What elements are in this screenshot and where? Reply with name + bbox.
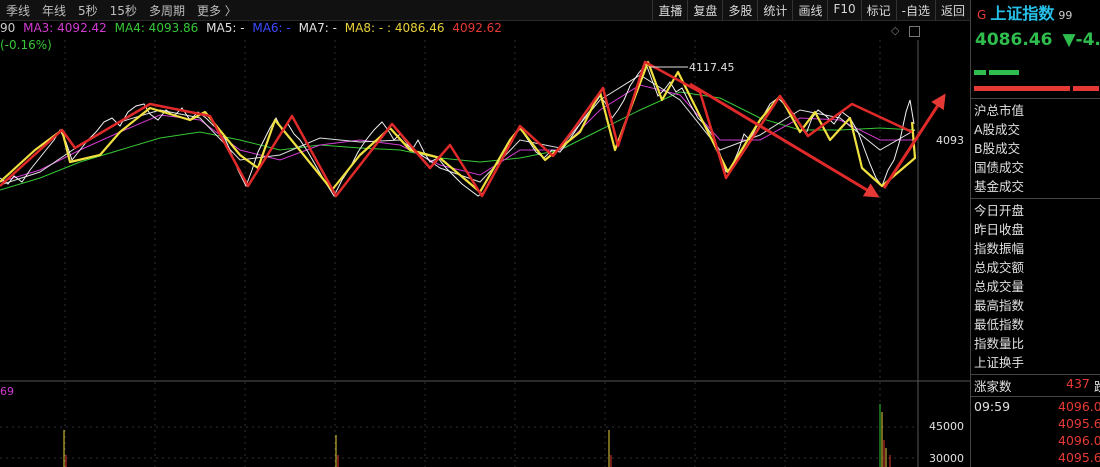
detail-volume: 总成交量 xyxy=(974,279,1025,294)
red-trend-annotation xyxy=(0,60,913,198)
price-line xyxy=(0,63,915,198)
market-stats-list: 沪总市值 A股成交 B股成交 国债成交 基金成交 xyxy=(974,101,1024,196)
index-name[interactable]: 上证指数 xyxy=(990,4,1054,23)
statistics-button[interactable]: 统计 xyxy=(757,0,792,21)
price-row: 4086.46 ▼-4.0 xyxy=(975,30,1100,50)
period-quarter[interactable]: 季线 xyxy=(6,2,30,19)
legend-prefix: 90 xyxy=(0,21,16,35)
volume-tick-30000: 30000 xyxy=(929,452,964,465)
ma-legend: 90 MA3: 4092.42 MA4: 4093.86 MA5: - MA6:… xyxy=(0,21,506,37)
vertical-grid xyxy=(64,40,881,467)
high-label: 4117.45 xyxy=(689,61,735,74)
tick-price: 4095.6 xyxy=(1058,416,1100,431)
stat-bonds[interactable]: 国债成交 xyxy=(974,158,1024,177)
diamond-icon[interactable]: ◇ xyxy=(891,24,899,37)
current-price: 4086.46 xyxy=(975,30,1053,50)
period-more[interactable]: 更多 〉 xyxy=(197,2,237,19)
f10-button[interactable]: F10 xyxy=(827,0,860,21)
period-5s[interactable]: 5秒 xyxy=(78,2,98,19)
stat-total-value[interactable]: 沪总市值 xyxy=(974,101,1024,120)
panel-separator xyxy=(971,374,1100,375)
tool-buttons: 直播 复盘 多股 统计 画线 F10 标记 -自选 返回 xyxy=(652,0,970,21)
tick-price: 4096.0 xyxy=(1058,399,1100,414)
advancers-count: 437 xyxy=(1066,376,1090,391)
legend-ma6: MA6: - xyxy=(252,21,291,35)
panel-header: G 上证指数 99 xyxy=(971,0,1100,24)
tick-price: 4095.6 xyxy=(1058,450,1100,465)
legend-ma7: MA7: - xyxy=(298,21,337,35)
chart-area: 4117.45 4093 69 45000 30000 xyxy=(0,40,970,467)
multi-stock-button[interactable]: 多股 xyxy=(722,0,757,21)
legend-ma3: MA3: 4092.42 xyxy=(23,21,107,35)
panel-separator xyxy=(971,98,1100,99)
detail-prev-close: 昨日收盘 xyxy=(974,222,1025,237)
replay-button[interactable]: 复盘 xyxy=(687,0,722,21)
detail-turnover-amount: 总成交额 xyxy=(974,260,1025,275)
panel-separator xyxy=(971,198,1100,199)
yellow-trend-annotation xyxy=(0,60,917,194)
period-15s[interactable]: 15秒 xyxy=(110,2,137,19)
detail-open: 今日开盘 xyxy=(974,203,1025,218)
quote-panel: G上证指数 99 4086.46 ▼-4.0 沪总市值 A股成交 B股成交 国债成交… xyxy=(970,0,1100,467)
top-toolbar: 季线 年线 5秒 15秒 多周期 更多 〉 直播 复盘 多股 统计 画线 F10… xyxy=(0,0,970,21)
detail-low: 最低指数 xyxy=(974,317,1025,332)
strength-bar-red-2 xyxy=(1073,86,1099,91)
price-axis-label: 4093 xyxy=(936,134,964,147)
price-change: ▼-4.0 xyxy=(1062,30,1100,50)
legend-ma8: MA8: - : 4086.46 xyxy=(344,21,445,35)
tick-time: 09:59 xyxy=(974,399,1011,414)
legend-last: 4092.62 xyxy=(452,21,502,35)
detail-turnover-rate: 上证换手 xyxy=(974,355,1025,370)
mark-button[interactable]: 标记 xyxy=(860,0,896,21)
detail-high: 最高指数 xyxy=(974,298,1025,313)
back-button[interactable]: 返回 xyxy=(934,0,970,21)
advancers-label: 涨家数 xyxy=(974,379,1012,394)
period-selector: 季线 年线 5秒 15秒 多周期 更多 〉 xyxy=(6,2,237,19)
period-multi[interactable]: 多周期 xyxy=(149,2,185,19)
watchlist-button[interactable]: -自选 xyxy=(895,0,935,21)
strength-bar-green xyxy=(989,70,1019,75)
strength-bar-red xyxy=(974,86,1070,91)
legend-ma5: MA5: - xyxy=(206,21,245,35)
chart-corner-tools: ◇ xyxy=(885,24,920,37)
stat-b-shares[interactable]: B股成交 xyxy=(974,139,1024,158)
live-button[interactable]: 直播 xyxy=(652,0,687,21)
panel-separator xyxy=(971,396,1100,397)
tick-price: 4096.0 xyxy=(1058,433,1100,448)
detail-volume-ratio: 指数量比 xyxy=(974,336,1025,351)
volume-prefix: 69 xyxy=(0,385,14,398)
strength-bar-small xyxy=(974,70,986,75)
stat-a-shares[interactable]: A股成交 xyxy=(974,120,1024,139)
index-code: 99 xyxy=(1058,9,1073,22)
period-year[interactable]: 年线 xyxy=(42,2,66,19)
ma-green-line xyxy=(0,91,916,191)
mark-g: G xyxy=(977,8,987,22)
stat-funds[interactable]: 基金成交 xyxy=(974,177,1024,196)
index-details-list: 今日开盘 昨日收盘 指数振幅 总成交额 总成交量 最高指数 最低指数 指数量比 … xyxy=(974,201,1024,372)
detail-amplitude: 指数振幅 xyxy=(974,241,1025,256)
draw-line-button[interactable]: 画线 xyxy=(792,0,827,21)
decliners-label: 跌 xyxy=(1094,376,1100,395)
volume-tick-45000: 45000 xyxy=(929,420,964,433)
advancers-row: 涨家数 437 跌 xyxy=(974,376,1100,395)
legend-ma4: MA4: 4093.86 xyxy=(114,21,199,35)
square-icon[interactable] xyxy=(908,25,920,37)
